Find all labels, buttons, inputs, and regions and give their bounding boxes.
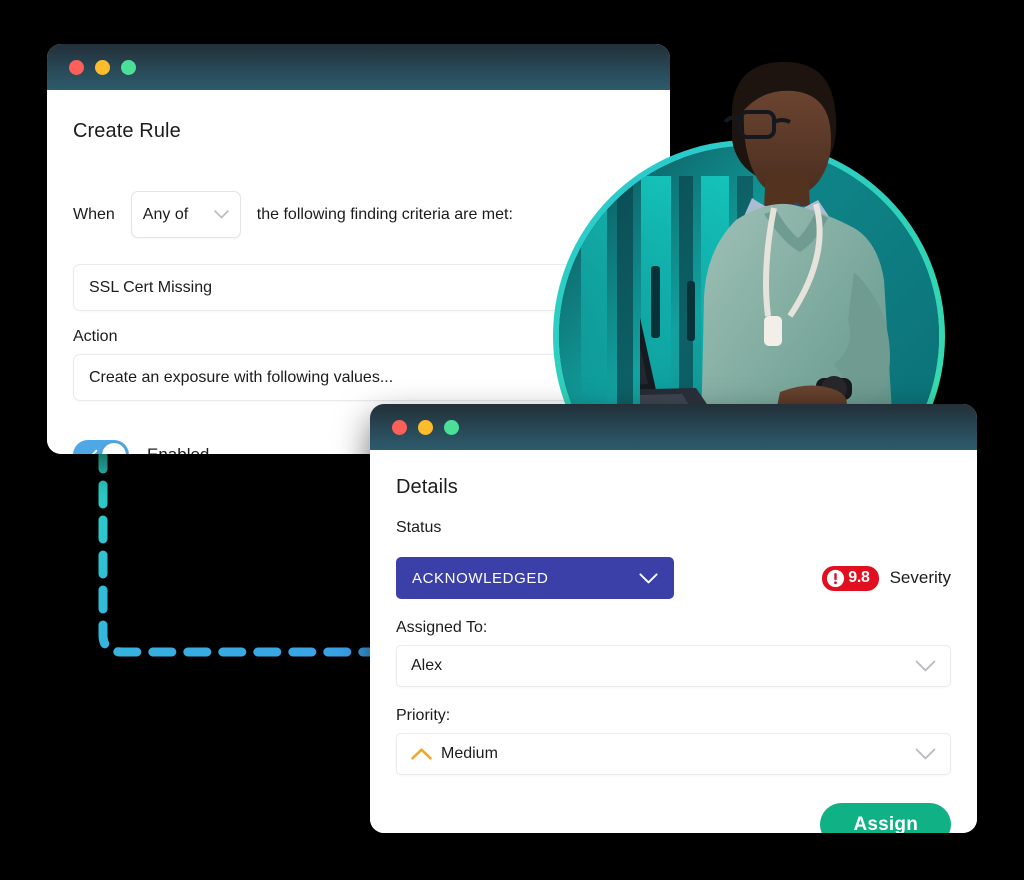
maximize-button[interactable]	[444, 419, 459, 435]
status-label: Status	[396, 519, 442, 536]
severity-group: 9.8 Severity	[822, 565, 951, 591]
chevron-down-icon	[639, 572, 658, 583]
close-button[interactable]	[392, 419, 407, 435]
window-titlebar	[47, 44, 670, 90]
status-select[interactable]: ACKNOWLEDGED	[396, 557, 674, 599]
chevron-down-icon	[915, 748, 936, 760]
when-condition-row: When Any of the following finding criter…	[73, 191, 644, 238]
toggle-knob	[102, 443, 126, 454]
priority-value: Medium	[441, 745, 498, 762]
dashed-flow-connector	[98, 445, 380, 657]
maximize-button[interactable]	[121, 59, 136, 75]
details-body: Details Status ACKNOWLEDGED 9.8 Severity…	[370, 450, 977, 833]
minimize-button[interactable]	[418, 419, 433, 435]
when-tail-text: the following finding criteria are met:	[256, 205, 513, 223]
window-titlebar	[370, 404, 977, 450]
promo-composition: Create Rule When Any of the following fi…	[0, 0, 1024, 880]
when-label: When	[73, 205, 115, 223]
assigned-to-select[interactable]: Alex	[396, 645, 951, 687]
match-type-value: Any of	[142, 205, 189, 223]
close-button[interactable]	[69, 59, 84, 75]
status-row: ACKNOWLEDGED 9.8 Severity	[396, 557, 951, 599]
severity-label: Severity	[889, 568, 951, 587]
criteria-value: SSL Cert Missing	[89, 278, 212, 296]
check-icon	[83, 449, 98, 454]
enabled-toggle[interactable]	[73, 440, 129, 454]
status-value: ACKNOWLEDGED	[412, 569, 549, 587]
assign-button[interactable]: Assign	[820, 803, 951, 833]
page-title: Details	[396, 476, 458, 498]
priority-select[interactable]: Medium	[396, 733, 951, 775]
match-type-select[interactable]: Any of	[130, 191, 241, 238]
details-window: Details Status ACKNOWLEDGED 9.8 Severity…	[370, 404, 977, 833]
minimize-button[interactable]	[95, 59, 110, 75]
chevron-down-icon	[213, 210, 229, 219]
action-value: Create an exposure with following values…	[89, 368, 394, 386]
priority-label: Priority:	[396, 707, 451, 724]
alert-exclamation-icon	[827, 569, 845, 587]
enabled-label: Enabled	[147, 445, 209, 454]
chevron-up-icon	[411, 748, 432, 760]
chevron-down-icon	[915, 660, 936, 672]
severity-score: 9.8	[848, 569, 870, 586]
glasses	[724, 110, 791, 139]
status-badge: 9.8	[822, 565, 879, 591]
assign-row: Assign	[396, 803, 951, 833]
page-title: Create Rule	[73, 120, 181, 142]
assigned-to-label: Assigned To:	[396, 619, 488, 636]
assigned-to-value: Alex	[411, 657, 443, 674]
